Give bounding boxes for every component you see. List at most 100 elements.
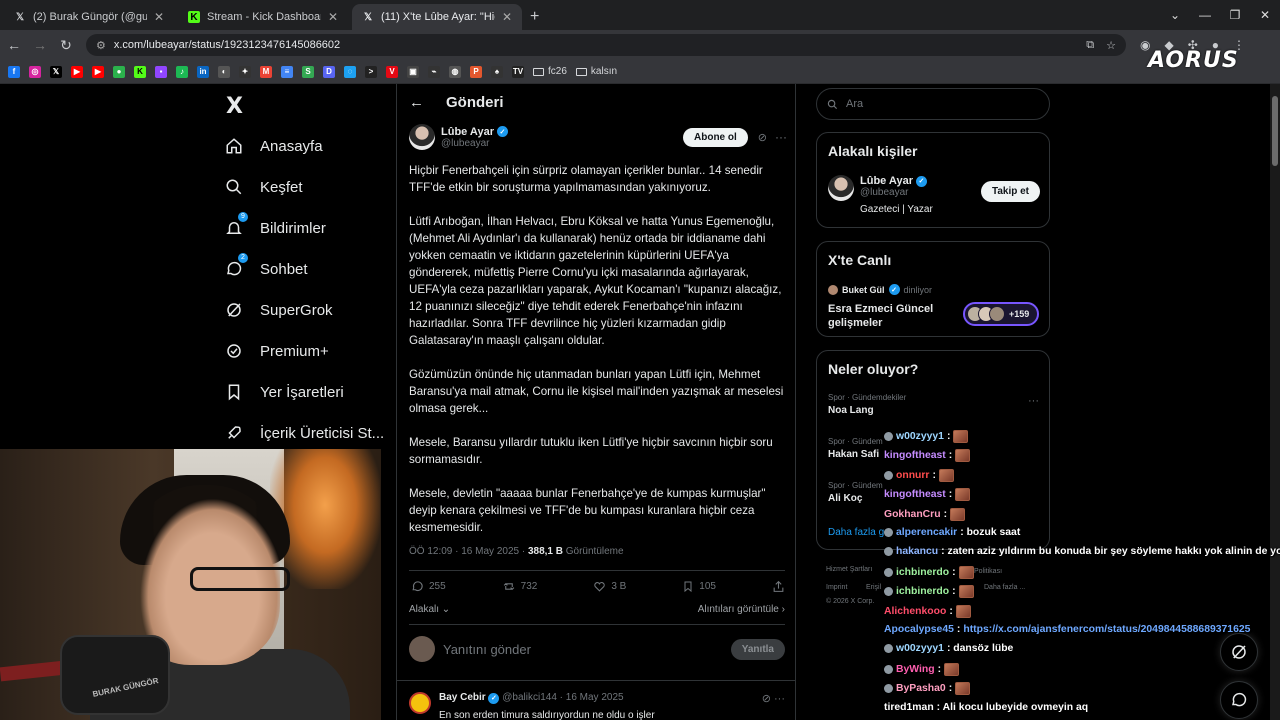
back-arrow-icon[interactable]: ← [409,94,424,111]
bookmark-icon[interactable]: TV [512,65,524,78]
bookmark-icon[interactable]: ⌁ [428,65,440,78]
maximize-button[interactable]: ❐ [1220,0,1250,30]
user-avatar[interactable] [409,636,435,662]
facebook-bookmark-icon[interactable]: f [8,65,20,78]
footer-link[interactable]: Hizmet Şartları [826,566,872,573]
chat-link[interactable]: https://x.com/ajansfenercom/status/20498… [963,624,1250,635]
grok-icon[interactable]: ⊘ [758,131,767,144]
green-bookmark-icon[interactable]: ♪ [176,65,188,78]
bookmark-icon[interactable]: S [302,65,314,78]
sort-dropdown[interactable]: Alakalı ⌄ [409,604,450,615]
chat-username[interactable]: hakancu [896,546,938,557]
more-options-icon[interactable]: ··· [775,130,787,144]
author-handle[interactable]: @lubeayar [441,138,508,149]
youtube-bookmark-icon[interactable]: ▶ [71,65,83,78]
bookmark-action[interactable]: 105 [682,580,716,593]
chat-username[interactable]: onnurr [896,470,929,481]
bookmark-icon[interactable]: ✦ [239,65,251,78]
scrollbar-thumb[interactable] [1272,96,1278,166]
drop-bookmark-icon[interactable]: ● [113,65,125,78]
reply-author-avatar[interactable] [409,692,431,714]
reply-tweet[interactable]: Bay Cebir ✓ @balikci144 · 16 May 2025 En… [409,692,785,720]
sidebar-item-supergrok[interactable]: SuperGrok [224,300,333,320]
close-tab-icon[interactable]: ✕ [502,10,512,24]
chat-username[interactable]: w00zyyy1 [896,431,944,442]
chat-username[interactable]: kingoftheast [884,489,946,500]
browser-tab-3[interactable]: 𝕏 (11) X'te Lûbe Ayar: "Hiçbir Fen ✕ [352,4,522,30]
subscribe-button[interactable]: Abone ol [683,127,748,147]
tweet-timestamp[interactable]: ÖÖ 12:09 · 16 May 2025 · [409,546,528,557]
sidebar-item-notifications[interactable]: 9 Bildirimler [224,212,326,238]
bookmark-icon[interactable]: ◌ [344,65,356,78]
bookmark-icon[interactable]: ◍ [449,65,461,78]
bookmark-folder-fc26[interactable]: fc26 [533,66,567,77]
share-action[interactable] [772,580,785,593]
footer-link[interactable]: Erişil [866,584,881,591]
like-action[interactable]: 3 B [593,580,626,593]
tab-search-icon[interactable]: ⌄ [1160,0,1190,30]
trend-item[interactable]: Spor · Gündem Ali Koç [828,481,883,504]
kick-bookmark-icon[interactable]: K [134,65,146,78]
bookmark-star-icon[interactable]: ☆ [1106,39,1116,52]
search-input[interactable]: Ara [816,88,1050,120]
bookmark-icon[interactable]: ▣ [407,65,419,78]
bookmark-icon[interactable]: ◐ [218,65,230,78]
youtube-bookmark-icon[interactable]: ▶ [92,65,104,78]
sidebar-item-chat[interactable]: 2 Sohbet [224,253,308,279]
chat-username[interactable]: Apocalypse45 [884,624,954,635]
x-bookmark-icon[interactable]: 𝕏 [50,65,62,78]
view-quotes-link[interactable]: Alıntıları görüntüle › [698,604,785,615]
chat-username[interactable]: alperencakir [896,527,957,538]
sidebar-item-creator-studio[interactable]: İçerik Üreticisi St... [224,423,384,443]
bookmark-folder-kalsin[interactable]: kalsın [575,66,617,77]
footer-link[interactable]: Imprint [826,584,847,591]
sidebar-item-bookmarks[interactable]: Yer İşaretleri [224,382,344,402]
minimize-button[interactable]: — [1190,0,1220,30]
sidebar-item-explore[interactable]: Keşfet [224,177,303,197]
close-window-button[interactable]: ✕ [1250,0,1280,30]
bookmark-icon[interactable]: V [386,65,398,78]
person-avatar[interactable] [828,175,854,201]
linkedin-bookmark-icon[interactable]: in [197,65,209,78]
reply-author-name[interactable]: Bay Cebir [439,692,486,703]
person-name[interactable]: Lûbe Ayar [860,175,913,187]
close-tab-icon[interactable]: ✕ [328,10,338,24]
bookmark-icon[interactable]: D [323,65,335,78]
chat-username[interactable]: GokhanCru [884,509,941,520]
sidebar-item-premium[interactable]: Premium+ [224,341,329,361]
chat-username[interactable]: ByPasha0 [896,683,946,694]
instagram-bookmark-icon[interactable]: ◎ [29,65,41,78]
install-icon[interactable]: ⧉ [1086,39,1094,52]
twitch-bookmark-icon[interactable]: ▪ [155,65,167,78]
related-person[interactable]: Lûbe Ayar ✓ @lubeayar Gazeteci | Yazar Ta… [828,175,1040,215]
live-spaces-card[interactable]: X'te Canlı Buket Gül ✓ dinliyor Esra Ezm… [816,241,1050,337]
new-tab-button[interactable]: + [530,4,539,30]
chat-username[interactable]: w00zyyy1 [896,643,944,654]
bookmark-icon[interactable]: > [365,65,377,78]
reload-button[interactable]: ↻ [54,37,78,54]
repost-action[interactable]: 732 [502,580,537,593]
bookmark-icon[interactable]: P [470,65,482,78]
site-info-icon[interactable]: ⚙ [96,39,106,52]
sidebar-item-home[interactable]: Anasayfa [224,136,323,156]
chat-username[interactable]: Alichenkooo [884,606,946,617]
chat-username[interactable]: kingoftheast [884,450,946,461]
chat-username[interactable]: tired1man [884,702,934,713]
x-logo[interactable]: X [226,94,243,119]
forward-button[interactable]: → [28,37,52,53]
reply-input[interactable]: Yanıtını gönder [443,642,531,657]
more-options-icon[interactable]: ··· [1028,395,1039,407]
reply-author-handle[interactable]: @balikci144 [502,692,557,703]
author-avatar[interactable] [409,124,435,150]
bookmark-icon[interactable]: ♠ [491,65,503,78]
reply-action[interactable]: 255 [411,580,446,593]
chat-username[interactable]: ByWing [896,664,935,675]
back-button[interactable]: ← [2,37,26,53]
trend-item[interactable]: Spor · Gündem Hakan Safi [828,437,883,460]
more-options-icon[interactable]: ⊘ ··· [762,692,785,720]
browser-tab-2[interactable]: K Stream - Kick Dashboard ✕ [178,4,348,30]
gmail-bookmark-icon[interactable]: M [260,65,272,78]
reply-button[interactable]: Yanıtla [730,638,785,660]
docs-bookmark-icon[interactable]: ≡ [281,65,293,78]
author-name[interactable]: Lûbe Ayar [441,126,494,138]
